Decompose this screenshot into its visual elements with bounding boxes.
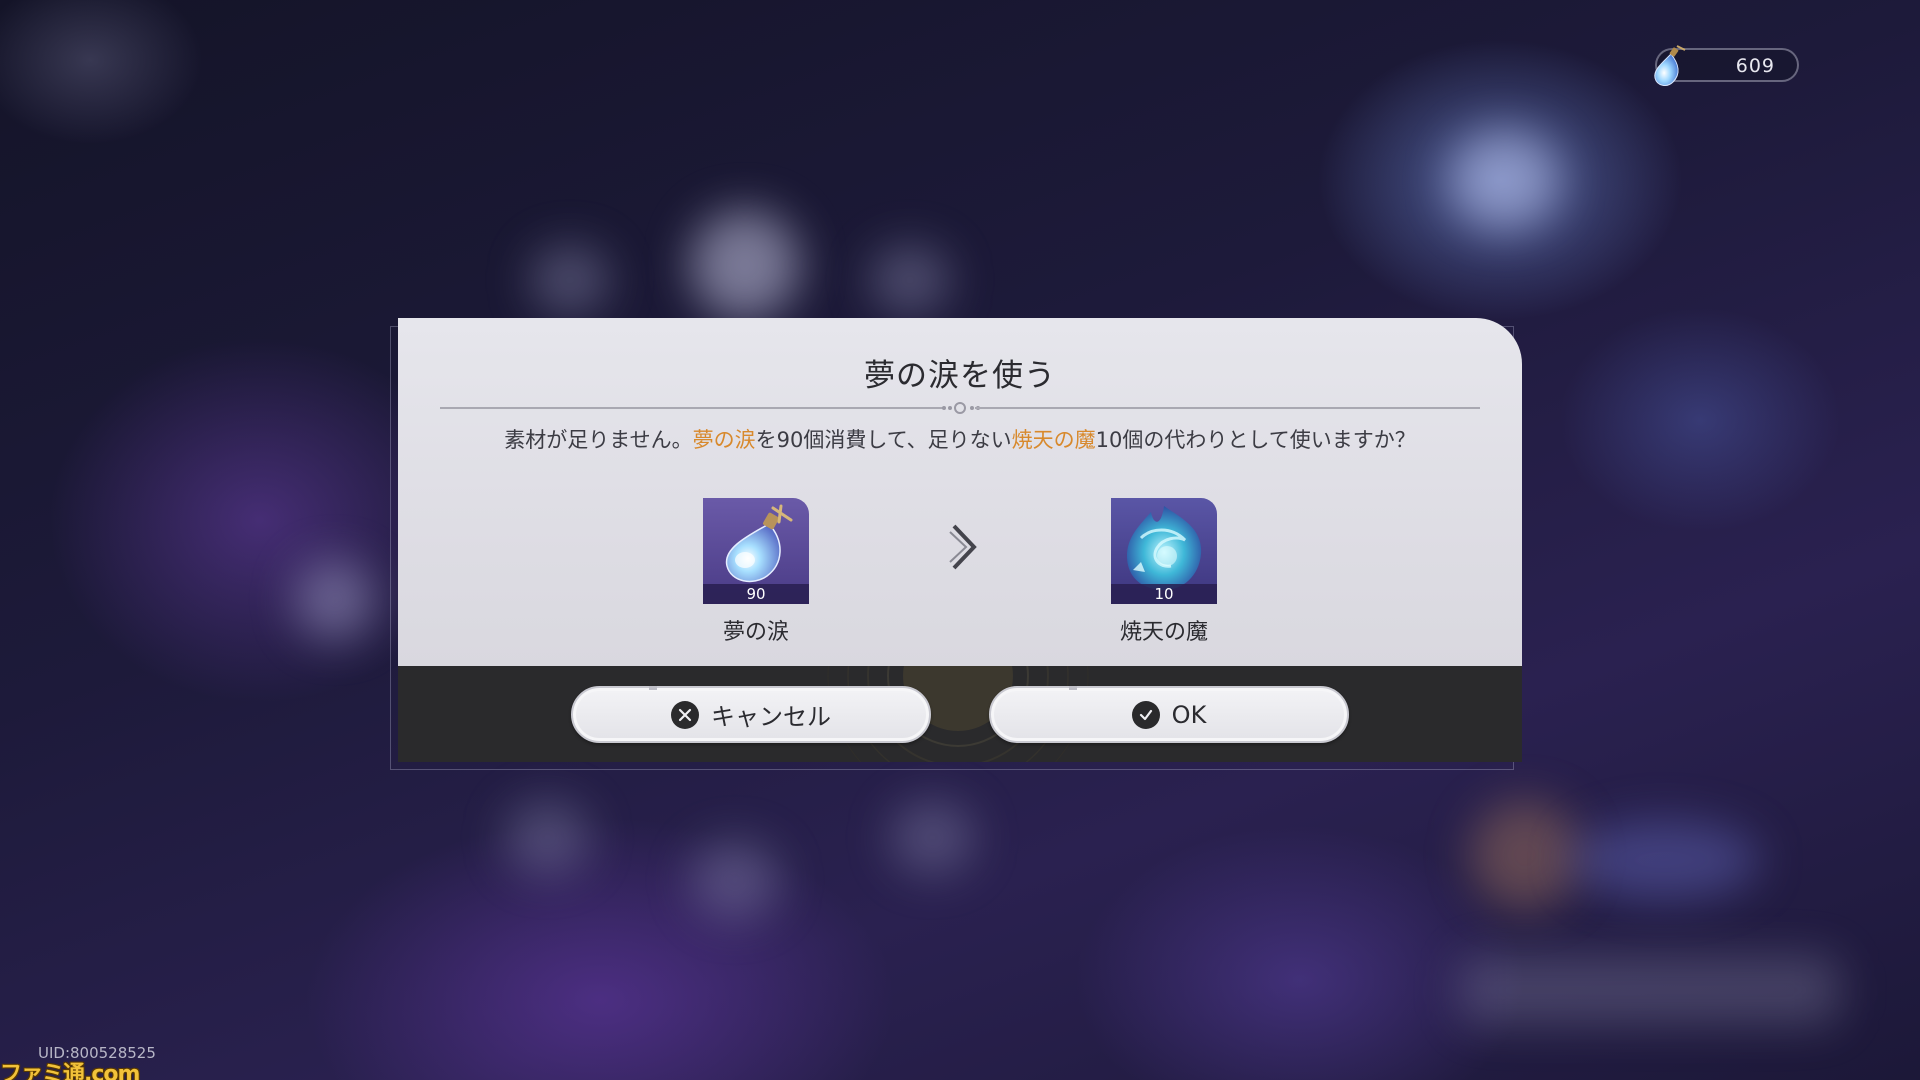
dialog-title: 夢の涙を使う: [864, 358, 1056, 394]
replaced-item[interactable]: 10 焼天の魔: [1094, 498, 1234, 646]
background-blur: [890, 800, 975, 875]
dream-tear-icon: [1654, 45, 1686, 86]
background-blur: [530, 245, 610, 315]
chevron-right-icon: [949, 524, 977, 570]
background-blur: [1570, 820, 1760, 900]
background-blur: [295, 560, 375, 640]
ok-button[interactable]: OK: [989, 686, 1349, 743]
background-blur: [1460, 955, 1840, 1025]
message-text: 素材が足りません。: [504, 428, 693, 452]
use-dream-tear-dialog: 夢の涙を使う 素材が足りません。夢の涙を90個消費して、足りない焼天の魔10個の…: [398, 318, 1522, 765]
dialog-footer: キャンセル OK: [398, 666, 1522, 762]
dialog-body: 夢の涙を使う 素材が足りません。夢の涙を90個消費して、足りない焼天の魔10個の…: [398, 318, 1522, 666]
item-name: 夢の涙: [722, 620, 789, 645]
cancel-label: キャンセル: [711, 703, 831, 731]
item-name: 焼天の魔: [1119, 620, 1208, 645]
game-screen: 609 夢の涙を使う 素材が足りません。夢の涙を90個消費して、足りない焼天の魔…: [0, 0, 1920, 1080]
check-icon: [1131, 700, 1160, 729]
cross-icon: [671, 700, 699, 729]
background-blur: [690, 210, 800, 320]
currency-counter: 609: [1654, 45, 1799, 86]
background-blur: [690, 840, 780, 920]
message-highlight-item: 焼天の魔: [1011, 428, 1096, 452]
background-blur: [1450, 130, 1560, 230]
message-highlight-item: 夢の涙: [692, 428, 756, 452]
item-count: 10: [1111, 584, 1217, 604]
item-card[interactable]: 10: [1111, 498, 1217, 604]
message-text: 10個の代わりとして使いますか？: [1095, 428, 1416, 452]
background-blur: [1470, 800, 1580, 910]
dialog-message: 素材が足りません。夢の涙を90個消費して、足りない焼天の魔10個の代わりとして使…: [398, 424, 1522, 454]
currency-value: 609: [1735, 55, 1775, 77]
ok-label: OK: [1171, 700, 1207, 729]
title-divider: [440, 402, 1480, 414]
watermark-logo: ファミ通.com: [0, 1062, 140, 1080]
background-blur: [505, 800, 590, 875]
item-card[interactable]: 90: [703, 498, 809, 604]
cancel-button[interactable]: キャンセル: [571, 686, 931, 743]
background-blur: [870, 245, 950, 315]
consume-item[interactable]: 90 夢の涙: [686, 498, 826, 646]
message-text: を90個消費して、足りない: [755, 428, 1012, 452]
item-count: 90: [703, 584, 809, 604]
